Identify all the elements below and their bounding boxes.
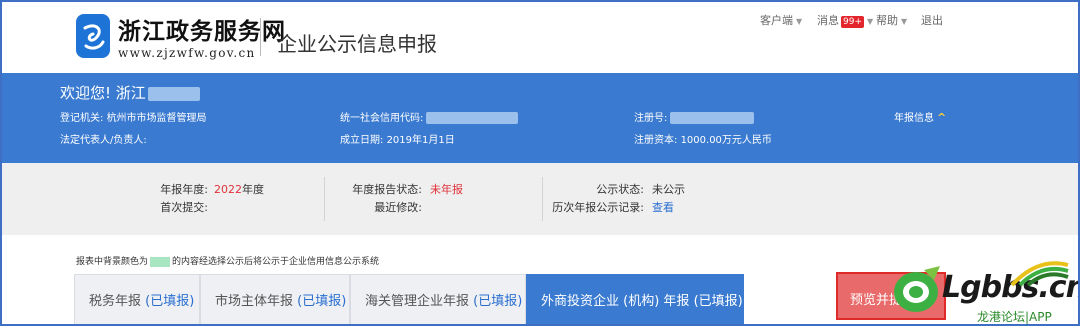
site-header: 浙江政务服务网 www.zjzwfw.gov.cn 企业公示信息申报 客户端 ▼ …	[2, 2, 1078, 73]
nav-logout[interactable]: 退出	[921, 12, 943, 28]
tab-tax-report[interactable]: 税务年报 (已填报)	[74, 274, 200, 324]
watermark-logo-icon	[894, 266, 940, 312]
tab-foreign-investment-report[interactable]: 外商投资企业 (机构) 年报 (已填报)	[526, 274, 744, 324]
publicity-status-value: 未公示	[652, 183, 685, 196]
tab-market-entity-report[interactable]: 市场主体年报 (已填报)	[200, 274, 350, 324]
registration-number: 注册号:	[634, 109, 755, 124]
redacted-company-name	[147, 86, 200, 101]
watermark-subtitle: 龙港论坛|APP	[977, 310, 1052, 324]
page-title: 企业公示信息申报	[277, 32, 437, 56]
chevron-down-icon: ▼	[901, 17, 908, 26]
welcome-text: 欢迎您! 浙江	[60, 82, 200, 103]
messages-badge: 99+	[841, 16, 864, 28]
nav-help[interactable]: 帮助 ▼	[876, 12, 907, 28]
publicity-status-label: 公示状态:	[596, 183, 644, 196]
app-frame: 浙江政务服务网 www.zjzwfw.gov.cn 企业公示信息申报 客户端 ▼ …	[0, 0, 1080, 326]
publicity-notice: 报表中背景颜色为 的内容经选择公示后将公示于企业信用信息公示系统	[76, 256, 380, 267]
report-year-label: 年报年度:	[160, 183, 208, 196]
history-view-link[interactable]: 查看	[652, 199, 674, 215]
color-swatch	[150, 256, 171, 267]
redacted-credit-code	[426, 112, 519, 124]
site-url: www.zjzwfw.gov.cn	[118, 46, 256, 60]
legal-representative: 法定代表人/负责人:	[60, 135, 147, 146]
top-nav: 客户端 ▼ 消息 99+ ▼ 帮助 ▼ 退出	[2, 12, 1078, 28]
nav-client[interactable]: 客户端 ▼	[760, 12, 802, 28]
chevron-down-icon: ▼	[796, 17, 803, 26]
chevron-up-icon: ^	[937, 111, 947, 124]
nav-messages[interactable]: 消息 99+ ▼	[817, 12, 873, 28]
redacted-reg-no	[670, 112, 755, 124]
chevron-down-icon: ▼	[867, 17, 874, 26]
watermark-stripes-icon	[1010, 261, 1069, 287]
registration-authority: 登记机关: 杭州市市场监督管理局	[60, 113, 207, 124]
report-year-value: 2022年度	[214, 183, 264, 196]
last-modified-label: 最近修改:	[374, 201, 422, 214]
annual-info-toggle[interactable]: 年报信息 ^	[894, 109, 946, 124]
tab-customs-report[interactable]: 海关管理企业年报 (已填报)	[350, 274, 526, 324]
divider	[324, 177, 325, 221]
registered-capital: 注册资本: 1000.00万元人民币	[634, 135, 772, 146]
report-status-label: 年度报告状态:	[352, 183, 422, 196]
history-label: 历次年报公示记录:	[552, 201, 644, 214]
report-status-value: 未年报	[430, 183, 463, 196]
established-date: 成立日期: 2019年1月1日	[340, 135, 455, 146]
first-submit-label: 首次提交:	[160, 201, 208, 214]
credit-code: 统一社会信用代码:	[340, 109, 519, 124]
